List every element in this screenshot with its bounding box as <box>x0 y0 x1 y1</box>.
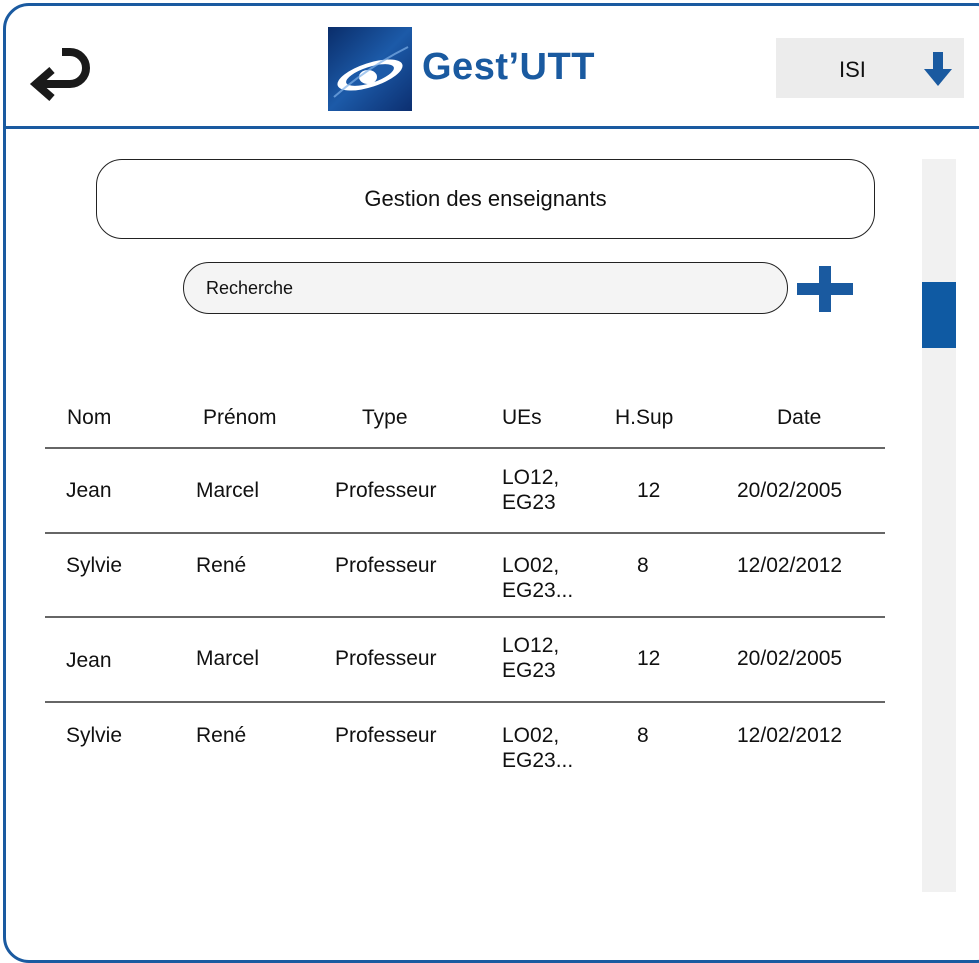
cell-ues-line1: LO02, <box>502 554 560 577</box>
column-header-prenom[interactable]: Prénom <box>203 405 277 430</box>
cell-prenom: René <box>196 724 247 747</box>
cell-nom: Jean <box>66 479 112 502</box>
plus-icon <box>797 266 853 312</box>
return-arrow-icon <box>29 48 90 102</box>
cell-ues-line2: EG23... <box>502 749 574 772</box>
app-logo <box>328 27 412 111</box>
cell-nom: Sylvie <box>66 724 123 747</box>
column-header-date[interactable]: Date <box>777 405 821 430</box>
scrollbar-track[interactable] <box>922 159 956 892</box>
department-selector[interactable]: ISI <box>776 38 964 98</box>
cell-hsup: 8 <box>637 724 649 747</box>
cell-type: Professeur <box>335 724 437 747</box>
column-header-hsup[interactable]: H.Sup <box>615 405 673 430</box>
cell-prenom: Marcel <box>196 479 260 502</box>
cell-date: 12/02/2012 <box>737 724 843 747</box>
cell-nom: Sylvie <box>66 554 123 577</box>
arrow-down-icon <box>924 52 952 86</box>
cell-ues-line2: EG23 <box>502 659 556 682</box>
header-divider <box>3 126 979 129</box>
cell-date: 20/02/2005 <box>737 479 843 502</box>
page-title: Gestion des enseignants <box>96 159 875 239</box>
row-divider <box>45 616 885 618</box>
cell-ues-line2: EG23... <box>502 579 574 602</box>
cell-date: 12/02/2012 <box>737 554 843 577</box>
cell-nom: Jean <box>66 649 112 672</box>
cell-hsup: 12 <box>637 479 661 502</box>
add-teacher-button[interactable] <box>795 262 855 316</box>
cell-type: Professeur <box>335 479 437 502</box>
cell-hsup: 12 <box>637 647 661 670</box>
column-header-ues[interactable]: UEs <box>502 405 542 430</box>
cell-type: Professeur <box>335 647 437 670</box>
cell-prenom: Marcel <box>196 647 260 670</box>
cell-ues-line2: EG23 <box>502 491 556 514</box>
search-input[interactable] <box>183 262 788 314</box>
back-button[interactable] <box>28 44 98 104</box>
scrollbar-thumb[interactable] <box>922 282 956 348</box>
row-divider <box>45 532 885 534</box>
cell-ues-line1: LO12, <box>502 466 560 489</box>
department-label: ISI <box>839 57 866 82</box>
app-title: Gest’UTT <box>422 46 595 88</box>
row-divider <box>45 447 885 449</box>
column-header-nom[interactable]: Nom <box>67 405 111 430</box>
utt-logo-icon <box>328 27 412 111</box>
cell-ues-line1: LO12, <box>502 634 560 657</box>
cell-hsup: 8 <box>637 554 649 577</box>
row-divider <box>45 701 885 703</box>
cell-prenom: René <box>196 554 247 577</box>
cell-ues-line1: LO02, <box>502 724 560 747</box>
cell-type: Professeur <box>335 554 437 577</box>
column-header-type[interactable]: Type <box>362 405 408 430</box>
cell-date: 20/02/2005 <box>737 647 843 670</box>
